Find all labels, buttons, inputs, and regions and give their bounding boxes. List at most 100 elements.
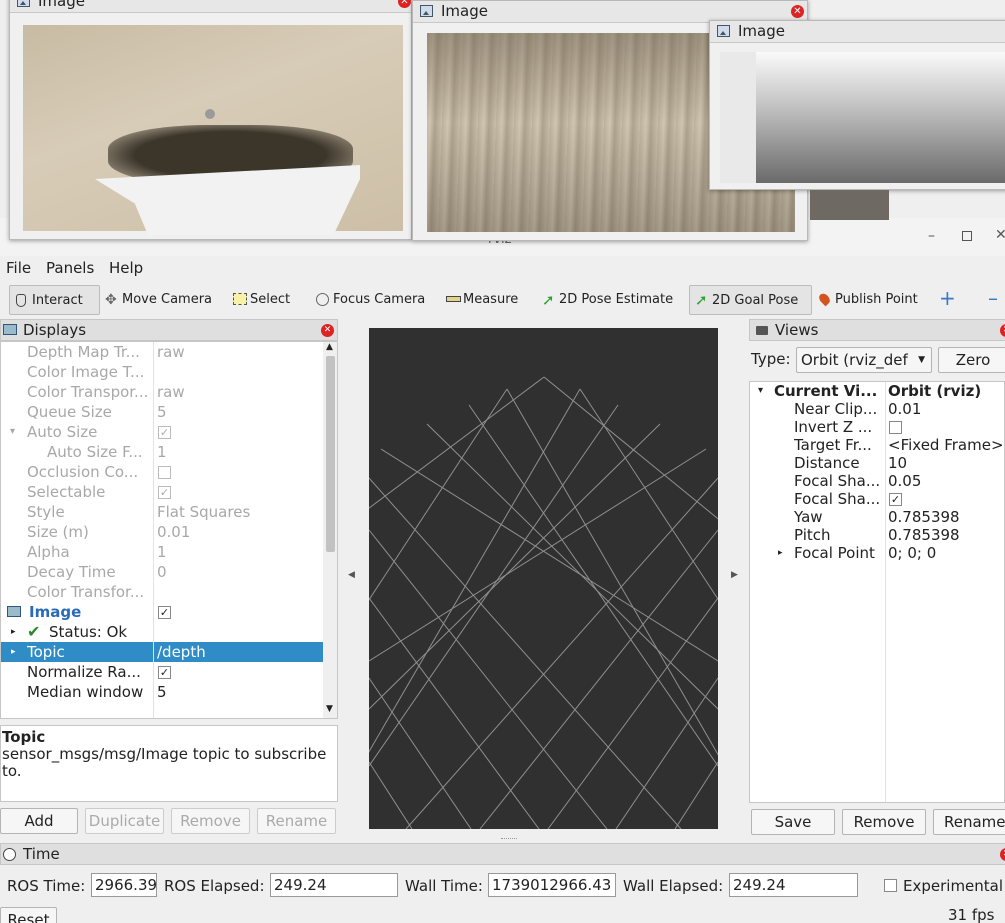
tree-row[interactable]: Color Transpor... raw [1,382,323,402]
expand-arrow-icon[interactable]: ▸ [778,544,783,562]
tree-row[interactable]: Color Image T... [1,362,323,382]
collapse-left-icon[interactable]: ◀ [348,570,355,580]
tree-row[interactable]: Occlusion Co... [1,462,323,482]
window-title: Image [738,22,785,40]
expand-arrow-icon[interactable]: ▾ [758,382,763,400]
view-type-dropdown[interactable]: Orbit (rviz_def ▼ [796,347,932,373]
auto-size-checkbox[interactable]: ✓ [158,426,171,439]
menu-panels[interactable]: Panels [46,259,94,277]
close-icon[interactable]: ✕ [321,324,334,337]
image-window-3[interactable]: Image [709,20,1005,190]
tree-row[interactable]: ▾ Current Vi... Orbit (rviz) [750,382,1004,400]
invert-z-checkbox[interactable] [889,421,902,434]
tree-row[interactable]: Focal Sha... 0.05 [750,472,1004,490]
tool-label: Measure [463,292,519,307]
tree-row[interactable]: Depth Map Tr... raw [1,342,323,362]
screw-dot [205,109,215,119]
tree-row[interactable]: Style Flat Squares [1,502,323,522]
tree-row[interactable]: Yaw 0.785398 [750,508,1004,526]
selectable-checkbox[interactable]: ✓ [158,486,171,499]
rename-button[interactable]: Rename [257,808,336,834]
prop-key: Focal Point [794,544,875,562]
expand-arrow-icon[interactable]: ▸ [11,642,16,662]
remove-tool-icon[interactable]: – [988,286,998,310]
tool-move-camera[interactable]: ✥ Move Camera [100,285,212,315]
scroll-up-icon[interactable]: ▲ [326,342,333,352]
tool-select[interactable]: Select [228,285,290,315]
occlusion-checkbox[interactable] [158,466,171,479]
tool-measure[interactable]: Measure [441,285,518,315]
wall-time-field[interactable]: 1739012966.43 [488,873,616,897]
prop-key: Focal Sha... [794,472,881,490]
close-icon[interactable]: ✕ [398,0,411,8]
duplicate-button[interactable]: Duplicate [85,808,164,834]
wall-elapsed-field[interactable]: 249.24 [729,873,858,897]
menu-file[interactable]: File [6,259,31,277]
add-tool-icon[interactable]: + [939,286,956,310]
chevron-down-icon: ▼ [915,348,925,372]
image-window-1[interactable]: Image ✕ [9,0,412,240]
tool-2d-pose-estimate[interactable]: ➚ 2D Pose Estimate [537,285,673,315]
minimize-icon[interactable]: – [928,228,935,244]
tree-row[interactable]: Selectable ✓ [1,482,323,502]
tree-row-topic-selected[interactable]: ▸ Topic /depth [1,642,323,662]
reset-button[interactable]: Reset [0,907,57,923]
tree-row[interactable]: Size (m) 0.01 [1,522,323,542]
tool-focus-camera[interactable]: Focus Camera [311,285,425,315]
topic-value[interactable]: /depth [157,642,206,662]
tool-2d-goal-pose[interactable]: ➚ 2D Goal Pose [689,285,812,315]
splitter-handle[interactable] [501,838,517,842]
ros-elapsed-field[interactable]: 249.24 [270,873,398,897]
maximize-icon[interactable] [962,231,972,241]
close-icon[interactable]: ✕ [791,5,804,18]
collapse-right-icon[interactable]: ▶ [731,570,738,580]
vertical-scrollbar[interactable]: ▲ ▼ [323,342,337,718]
prop-key: Size (m) [27,523,89,541]
render-3d-view[interactable] [369,328,718,829]
add-button[interactable]: Add [0,808,78,834]
tree-row[interactable]: Median window 5 [1,682,323,702]
scroll-thumb[interactable] [326,356,335,552]
focal-shape-checkbox[interactable]: ✓ [889,493,902,506]
remove-view-button[interactable]: Remove [842,809,926,835]
expand-arrow-icon[interactable]: ▾ [10,422,15,442]
tree-row[interactable]: Target Fr... <Fixed Frame> [750,436,1004,454]
tree-row[interactable]: Alpha 1 [1,542,323,562]
close-icon[interactable]: ✕ [1000,848,1005,861]
remove-button[interactable]: Remove [171,808,250,834]
tree-row[interactable]: Normalize Ra... ✓ [1,662,323,682]
move-camera-icon: ✥ [105,292,117,308]
tree-row[interactable]: Decay Time 0 [1,562,323,582]
tree-row[interactable]: Queue Size 5 [1,402,323,422]
tree-row[interactable]: Focal Sha... ✓ [750,490,1004,508]
tree-row[interactable]: Distance 10 [750,454,1004,472]
menu-help[interactable]: Help [109,259,143,277]
expand-arrow-icon[interactable]: ▸ [11,622,16,642]
zero-button[interactable]: Zero [938,347,1005,373]
experimental-checkbox[interactable] [884,879,897,892]
displays-title: Displays [23,321,87,339]
window-titlebar[interactable]: Image ✕ [10,0,411,13]
tool-interact[interactable]: Interact [9,285,100,315]
tool-publish-point[interactable]: Publish Point [813,285,918,315]
prop-key: Depth Map Tr... [27,343,140,361]
tree-row[interactable]: ▸ Focal Point 0; 0; 0 [750,544,1004,562]
image-display-checkbox[interactable]: ✓ [158,606,171,619]
scroll-down-icon[interactable]: ▼ [326,704,333,714]
close-icon[interactable]: ✕ [995,227,1005,243]
save-button[interactable]: Save [751,809,835,835]
tree-row[interactable]: ▾ Auto Size ✓ [1,422,323,442]
tree-row[interactable]: Pitch 0.785398 [750,526,1004,544]
ros-time-field[interactable]: 2966.39 [91,873,157,897]
tree-row[interactable]: Color Transfor... [1,582,323,602]
tree-row[interactable]: Invert Z ... [750,418,1004,436]
close-icon[interactable]: ✕ [1000,324,1005,337]
tree-row[interactable]: Auto Size F... 1 [1,442,323,462]
normalize-checkbox[interactable]: ✓ [158,666,171,679]
tree-row[interactable]: Near Clip... 0.01 [750,400,1004,418]
column-divider [885,382,886,802]
rename-view-button[interactable]: Rename [933,809,1005,835]
tree-row-image-display[interactable]: Image ✓ [1,602,323,622]
window-titlebar[interactable]: Image [710,21,1005,43]
tree-row[interactable]: ▸ ✔ Status: Ok [1,622,323,642]
